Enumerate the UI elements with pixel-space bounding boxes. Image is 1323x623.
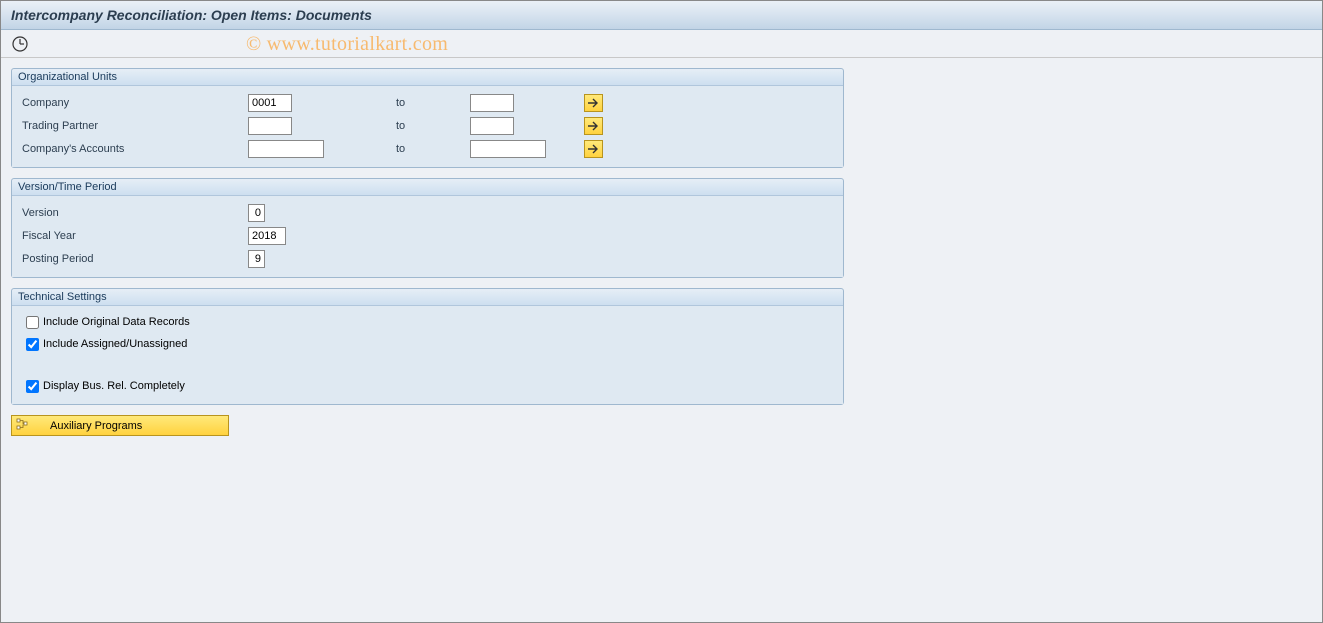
include-original-label: Include Original Data Records	[43, 316, 190, 328]
label-company: Company	[20, 97, 248, 109]
company-accounts-multiple-selection-button[interactable]	[584, 140, 603, 158]
group-version-time: Version/Time Period Version Fiscal Year …	[11, 178, 844, 278]
display-bus-rel-label: Display Bus. Rel. Completely	[43, 380, 185, 392]
fiscal-year-input[interactable]	[248, 227, 286, 245]
display-bus-rel-checkbox[interactable]	[26, 380, 39, 393]
company-to-input[interactable]	[470, 94, 514, 112]
group-header-technical: Technical Settings	[12, 289, 843, 306]
page-title: Intercompany Reconciliation: Open Items:…	[1, 1, 1322, 30]
group-header-org: Organizational Units	[12, 69, 843, 86]
row-posting-period: Posting Period	[20, 248, 835, 270]
to-label-trading-partner: to	[394, 120, 470, 132]
arrow-right-icon	[587, 98, 601, 108]
row-company: Company to	[20, 92, 835, 114]
group-header-version: Version/Time Period	[12, 179, 843, 196]
execute-icon[interactable]	[11, 35, 29, 53]
label-posting-period: Posting Period	[20, 253, 248, 265]
toolbar	[1, 30, 1322, 58]
trading-partner-multiple-selection-button[interactable]	[584, 117, 603, 135]
arrow-right-icon	[587, 121, 601, 131]
company-accounts-to-input[interactable]	[470, 140, 546, 158]
arrow-right-icon	[587, 144, 601, 154]
include-assigned-label: Include Assigned/Unassigned	[43, 338, 187, 350]
label-version: Version	[20, 207, 248, 219]
trading-partner-to-input[interactable]	[470, 117, 514, 135]
to-label-company: to	[394, 97, 470, 109]
tree-icon	[16, 417, 30, 434]
auxiliary-programs-button[interactable]: Auxiliary Programs	[11, 415, 229, 436]
label-company-accounts: Company's Accounts	[20, 143, 248, 155]
label-fiscal-year: Fiscal Year	[20, 230, 248, 242]
row-trading-partner: Trading Partner to	[20, 115, 835, 137]
include-original-checkbox[interactable]	[26, 316, 39, 329]
company-accounts-from-input[interactable]	[248, 140, 324, 158]
label-trading-partner: Trading Partner	[20, 120, 248, 132]
group-organizational-units: Organizational Units Company to Trading …	[11, 68, 844, 168]
row-company-accounts: Company's Accounts to	[20, 138, 835, 160]
posting-period-input[interactable]	[248, 250, 265, 268]
include-assigned-checkbox[interactable]	[26, 338, 39, 351]
company-from-input[interactable]	[248, 94, 292, 112]
trading-partner-from-input[interactable]	[248, 117, 292, 135]
row-fiscal-year: Fiscal Year	[20, 225, 835, 247]
auxiliary-programs-label: Auxiliary Programs	[50, 420, 142, 432]
version-input[interactable]	[248, 204, 265, 222]
row-version: Version	[20, 202, 835, 224]
to-label-company-accounts: to	[394, 143, 470, 155]
company-multiple-selection-button[interactable]	[584, 94, 603, 112]
group-technical-settings: Technical Settings Include Original Data…	[11, 288, 844, 405]
